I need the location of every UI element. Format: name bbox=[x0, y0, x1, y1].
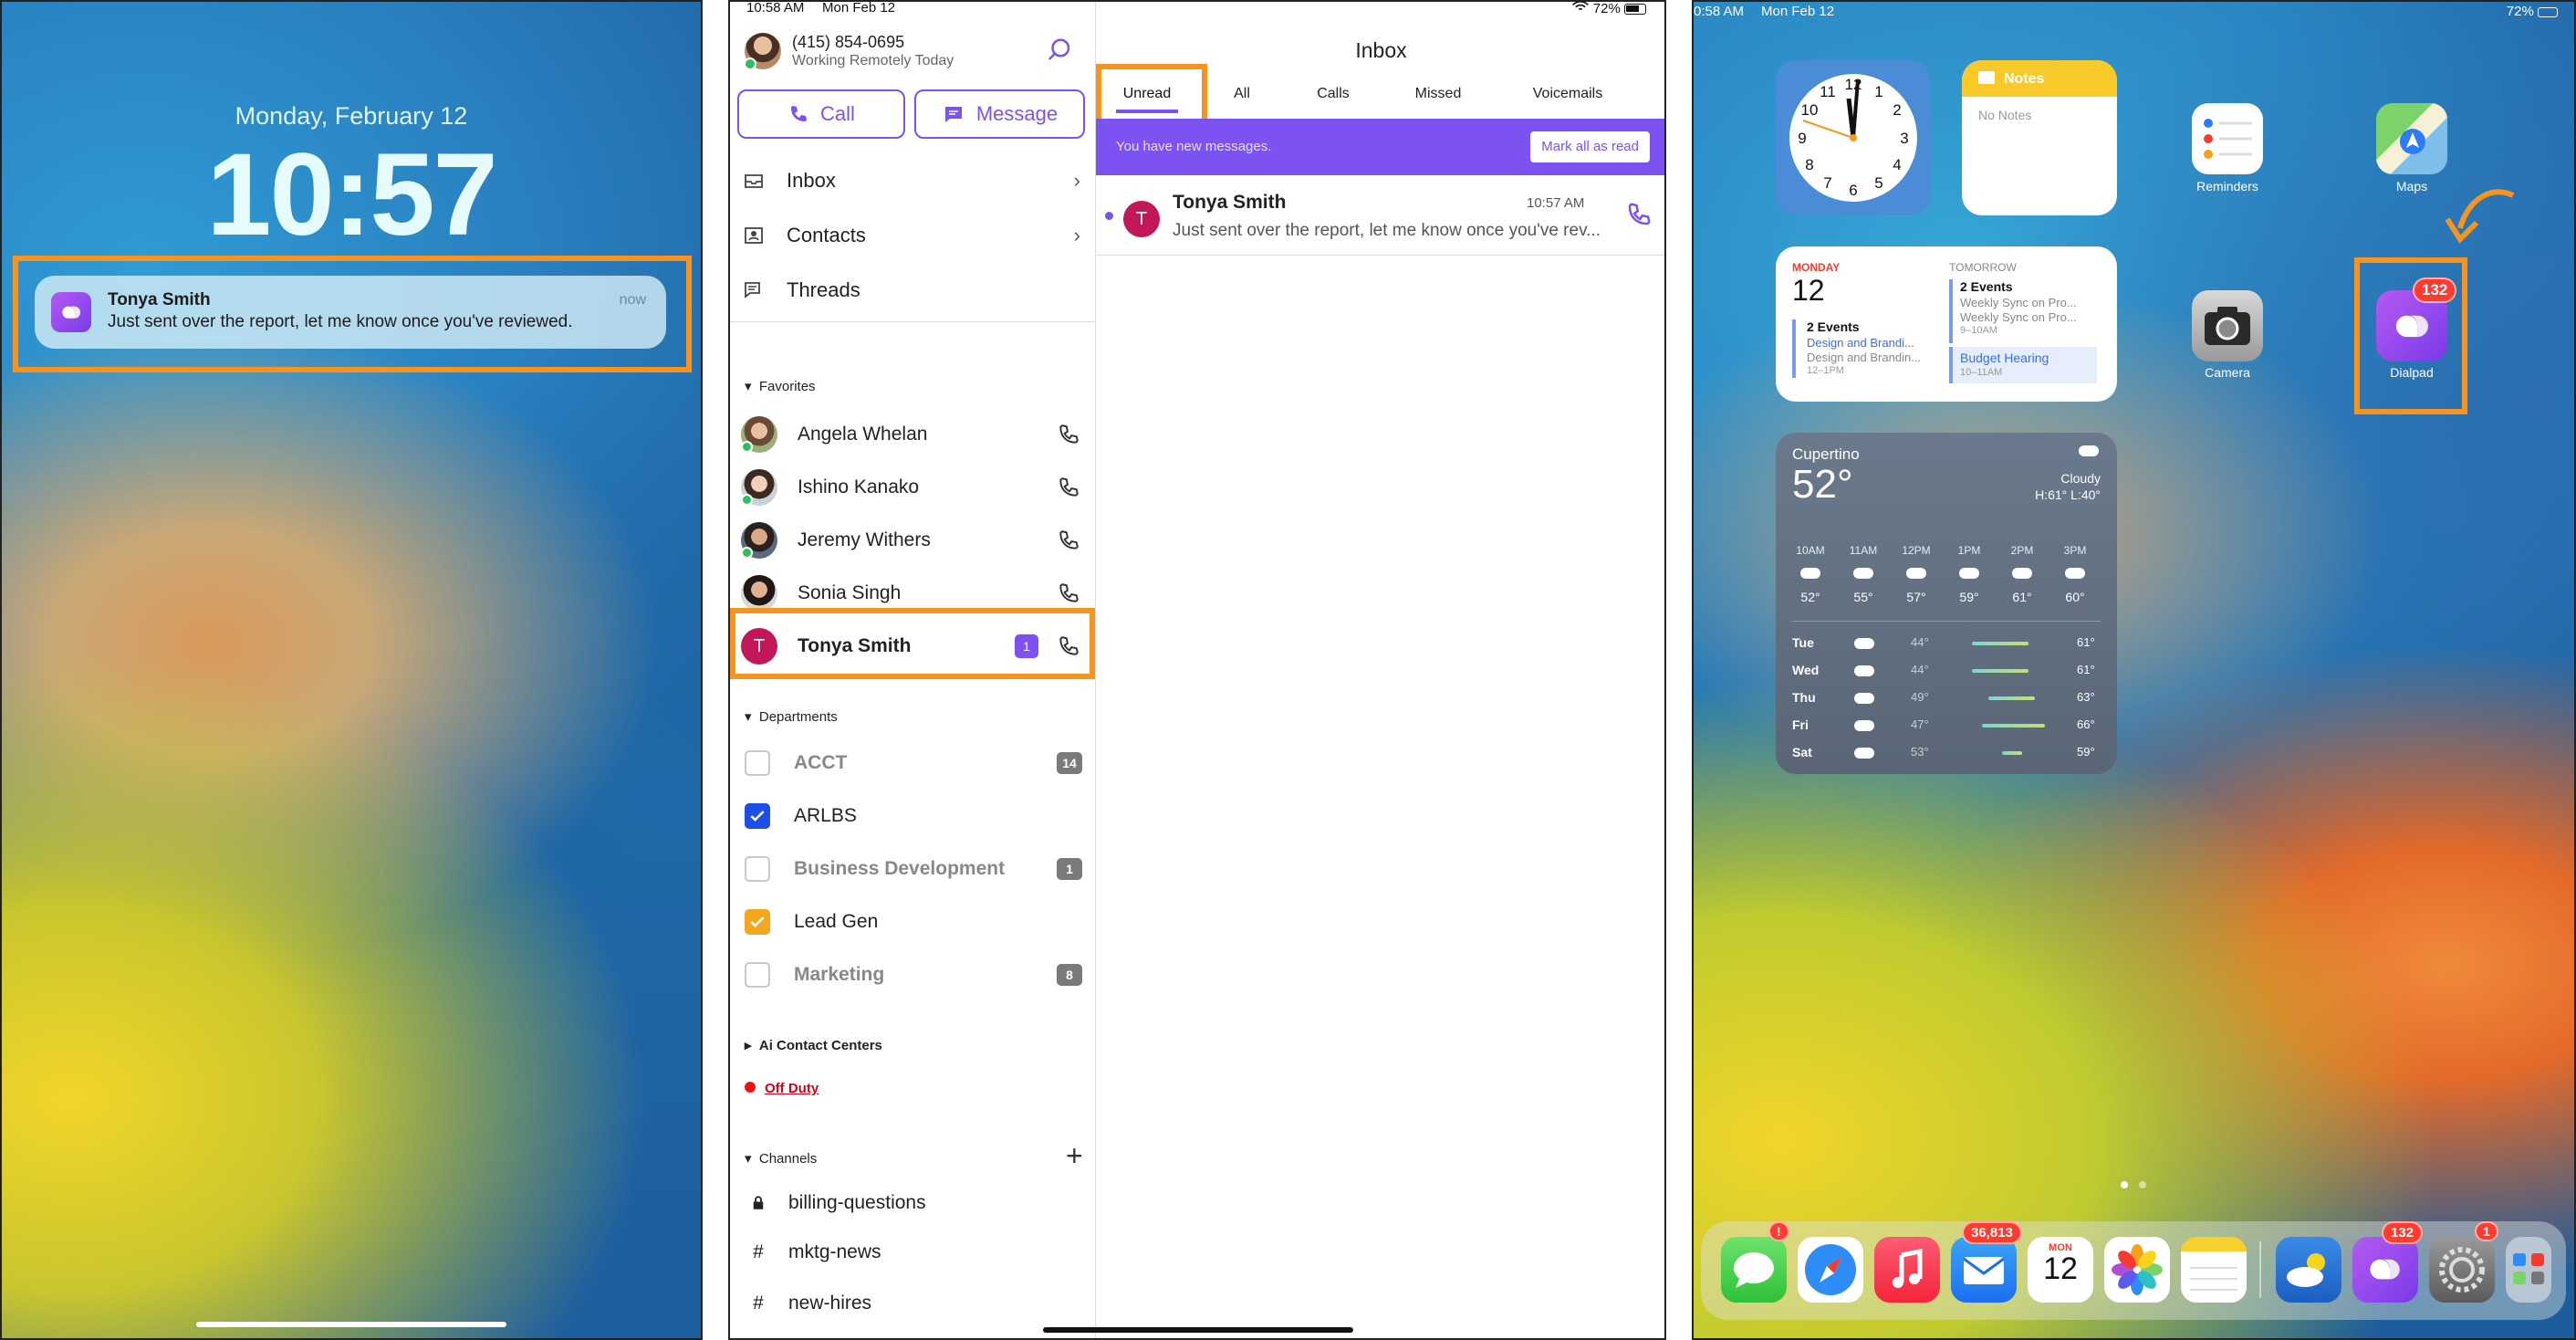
panel-border bbox=[728, 0, 1666, 1340]
panel-border bbox=[1692, 0, 2576, 1340]
dialpad-app: 10:58 AM Mon Feb 12 (415) 854-0695 Worki… bbox=[728, 0, 1666, 1340]
home-screen: 0:58 AM Mon Feb 12 72% 12 1 2 3 4 5 6 7 8 9 10 11 N… bbox=[1692, 0, 2576, 1340]
panel-border bbox=[0, 0, 703, 1340]
lock-screen: Monday, February 12 10:57 Tonya Smith Ju… bbox=[0, 0, 703, 1340]
